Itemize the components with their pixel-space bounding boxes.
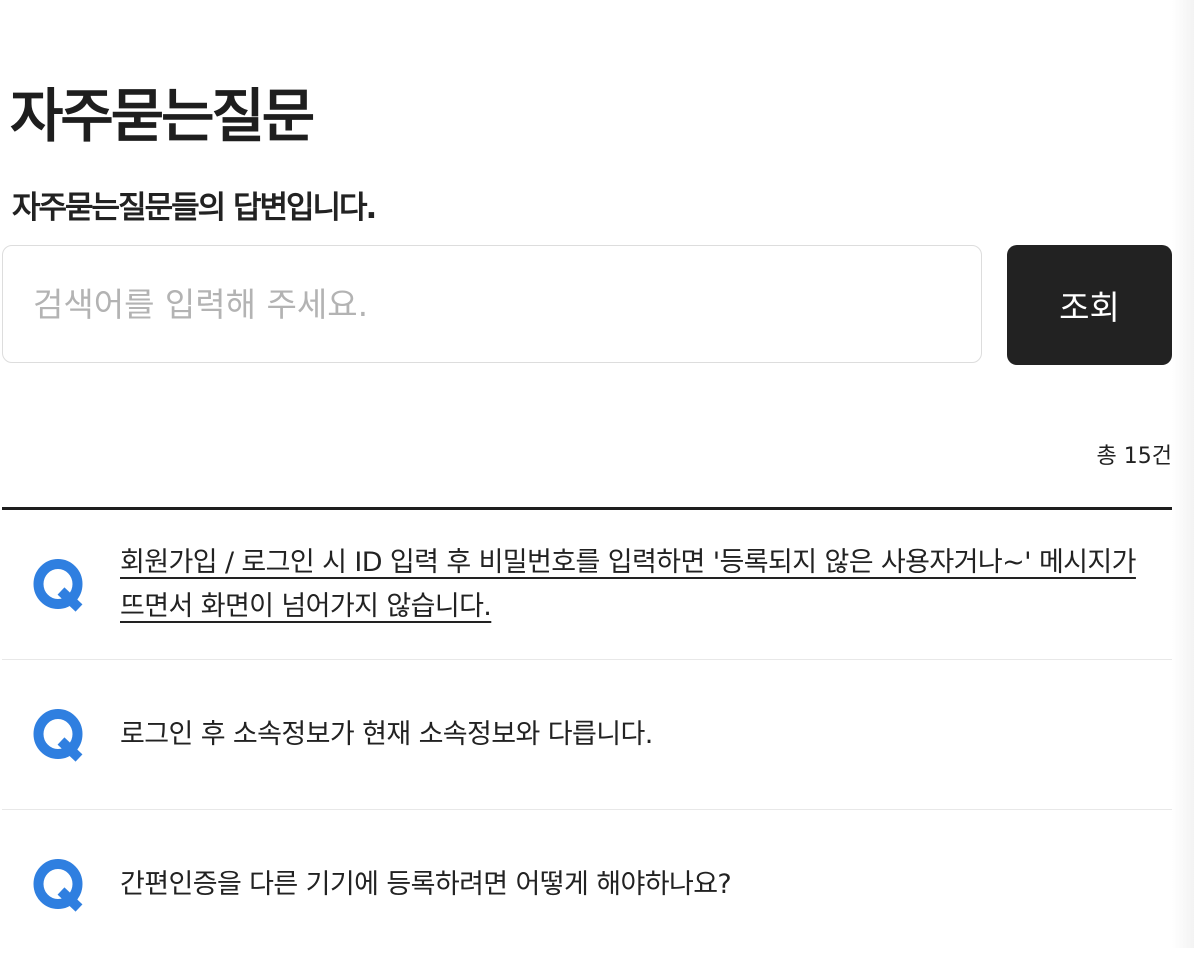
faq-question-link[interactable]: 로그인 후 소속정보가 현재 소속정보와 다릅니다. [120,660,1160,810]
total-count: 총 15건 [1096,444,1172,469]
faq-item: 로그인 후 소속정보가 현재 소속정보와 다릅니다. [2,660,1172,810]
faq-item: 회원가입 / 로그인 시 ID 입력 후 비밀번호를 입력하면 '등록되지 않은… [2,510,1172,660]
q-icon [32,558,88,614]
faq-list: 회원가입 / 로그인 시 ID 입력 후 비밀번호를 입력하면 '등록되지 않은… [2,510,1172,960]
faq-question-link[interactable]: 회원가입 / 로그인 시 ID 입력 후 비밀번호를 입력하면 '등록되지 않은… [120,510,1160,660]
faq-item: 간편인증을 다른 기기에 등록하려면 어떻게 해야하나요? [2,810,1172,960]
scroll-shade [1172,0,1194,948]
page-title: 자주묻는질문 [10,82,315,150]
q-icon [32,708,88,764]
search-button[interactable]: 조회 [1007,245,1172,365]
faq-question-link[interactable]: 간편인증을 다른 기기에 등록하려면 어떻게 해야하나요? [120,810,1160,960]
search-input[interactable] [2,245,982,363]
page-subtitle: 자주묻는질문들의 답변입니다. [12,190,377,226]
q-icon [32,858,88,914]
